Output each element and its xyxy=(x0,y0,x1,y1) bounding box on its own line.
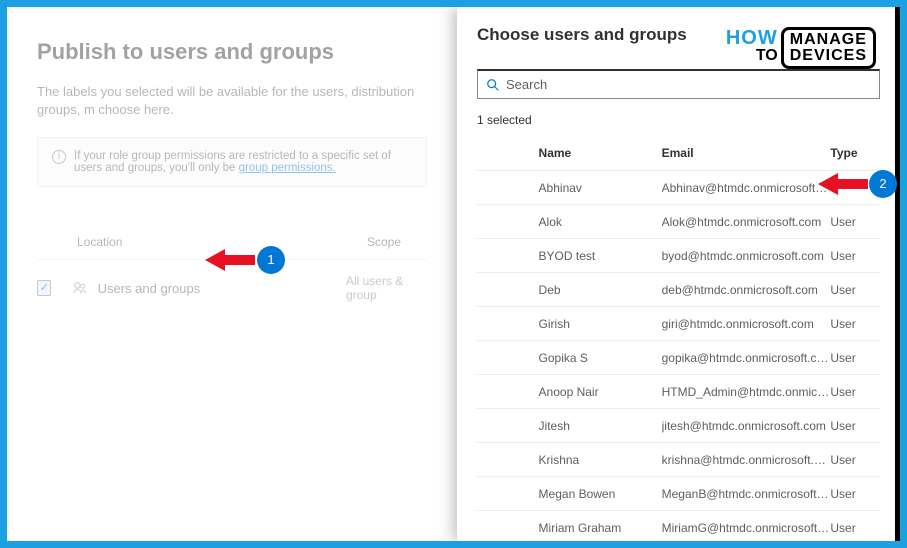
user-name: Gopika S xyxy=(539,351,662,365)
user-row[interactable]: AlokAlok@htmdc.onmicrosoft.comUser xyxy=(477,205,880,239)
user-row[interactable]: Girishgiri@htmdc.onmicrosoft.comUser xyxy=(477,307,880,341)
user-name: Girish xyxy=(539,317,662,331)
user-row[interactable]: BYOD testbyod@htmdc.onmicrosoft.comUser xyxy=(477,239,880,273)
page-description: The labels you selected will be availabl… xyxy=(37,83,427,119)
header-name: Name xyxy=(539,146,662,160)
user-name: Krishna xyxy=(539,453,662,467)
user-email: Alok@htmdc.onmicrosoft.com xyxy=(662,215,831,229)
page-title: Publish to users and groups xyxy=(37,39,427,65)
row-label: Users and groups xyxy=(98,281,346,296)
user-type: User xyxy=(830,419,880,433)
user-email: MiriamG@htmdc.onmicrosoft.com xyxy=(662,521,831,535)
header-type: Type xyxy=(830,146,880,160)
user-name: Abhinav xyxy=(539,181,662,195)
user-row[interactable]: Gopika Sgopika@htmdc.onmicrosoft.comUser xyxy=(477,341,880,375)
header-scope: Scope xyxy=(367,235,401,249)
annotation-badge-2: 2 xyxy=(869,170,897,198)
user-name: Miriam Graham xyxy=(539,521,662,535)
user-email: krishna@htmdc.onmicrosoft.com xyxy=(662,453,831,467)
user-row[interactable]: Miriam GrahamMiriamG@htmdc.onmicrosoft.c… xyxy=(477,511,880,541)
user-email: giri@htmdc.onmicrosoft.com xyxy=(662,317,831,331)
info-text: If your role group permissions are restr… xyxy=(74,150,391,174)
info-callout: i If your role group permissions are res… xyxy=(37,137,427,187)
user-type: User xyxy=(830,351,880,365)
user-name: BYOD test xyxy=(539,249,662,263)
user-type: User xyxy=(830,215,880,229)
user-type: User xyxy=(830,249,880,263)
row-scope: All users & group xyxy=(346,274,427,302)
user-type: User xyxy=(830,521,880,535)
user-type: User xyxy=(830,317,880,331)
search-field[interactable] xyxy=(477,69,880,99)
user-type: User xyxy=(830,283,880,297)
header-email: Email xyxy=(662,146,831,160)
user-email: deb@htmdc.onmicrosoft.com xyxy=(662,283,831,297)
user-email: MeganB@htmdc.onmicrosoft.com xyxy=(662,487,831,501)
user-email: jitesh@htmdc.onmicrosoft.com xyxy=(662,419,831,433)
user-name: Deb xyxy=(539,283,662,297)
user-row[interactable]: Megan BowenMeganB@htmdc.onmicrosoft.comU… xyxy=(477,477,880,511)
annotation-arrow-2 xyxy=(818,171,868,197)
user-type: User xyxy=(830,453,880,467)
user-name: Megan Bowen xyxy=(539,487,662,501)
choose-users-panel: Choose users and groups 1 selected Name … xyxy=(457,7,900,541)
user-row[interactable]: Debdeb@htmdc.onmicrosoft.comUser xyxy=(477,273,880,307)
user-list-header: Name Email Type xyxy=(477,135,880,171)
user-name: Jitesh xyxy=(539,419,662,433)
howtomanagedevices-logo: HOW TO MANAGE DEVICES xyxy=(726,27,876,69)
user-email: byod@htmdc.onmicrosoft.com xyxy=(662,249,831,263)
checkbox-checked-icon[interactable]: ✓ xyxy=(37,280,51,296)
user-type: User xyxy=(830,385,880,399)
annotation-badge-1: 1 xyxy=(257,246,285,274)
search-icon xyxy=(486,78,500,92)
publish-pane: Publish to users and groups The labels y… xyxy=(7,7,447,541)
user-type: User xyxy=(830,487,880,501)
user-name: Anoop Nair xyxy=(539,385,662,399)
annotation-arrow-1 xyxy=(205,247,255,273)
user-row[interactable]: Anoop NairHTMD_Admin@htmdc.onmicrosof...… xyxy=(477,375,880,409)
selected-count: 1 selected xyxy=(477,113,880,127)
user-row[interactable]: Jiteshjitesh@htmdc.onmicrosoft.comUser xyxy=(477,409,880,443)
users-groups-icon xyxy=(73,280,87,296)
search-input[interactable] xyxy=(506,77,871,92)
user-row[interactable]: Krishnakrishna@htmdc.onmicrosoft.comUser xyxy=(477,443,880,477)
user-email: gopika@htmdc.onmicrosoft.com xyxy=(662,351,831,365)
user-email: HTMD_Admin@htmdc.onmicrosof... xyxy=(662,385,831,399)
info-icon: i xyxy=(52,150,66,164)
group-permissions-link[interactable]: group permissions. xyxy=(239,162,336,174)
user-email: Abhinav@htmdc.onmicrosoft.com xyxy=(662,181,831,195)
user-name: Alok xyxy=(539,215,662,229)
